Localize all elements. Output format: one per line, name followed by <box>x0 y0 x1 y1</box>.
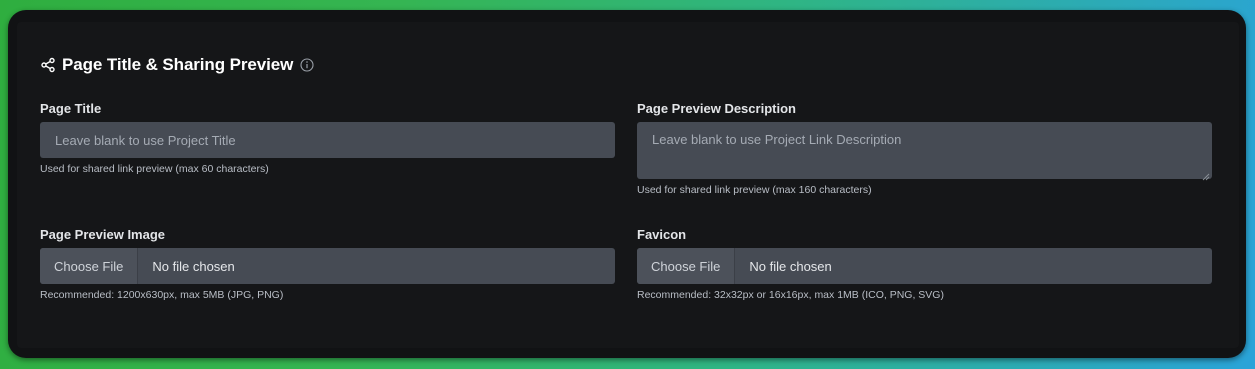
page-title-field: Page Title Leave blank to use Project Ti… <box>40 101 615 176</box>
preview-description-hint: Used for shared link preview (max 160 ch… <box>637 184 872 196</box>
preview-image-hint: Recommended: 1200x630px, max 5MB (JPG, P… <box>40 289 284 301</box>
info-icon[interactable] <box>300 58 314 72</box>
favicon-choose-button[interactable]: Choose File <box>637 248 736 284</box>
favicon-field: Favicon Choose File No file chosen Recom… <box>637 227 1212 302</box>
resize-handle-icon[interactable] <box>1202 169 1210 181</box>
preview-image-file-status: No file chosen <box>152 258 235 274</box>
page-title-label: Page Title <box>40 101 102 116</box>
preview-image-label: Page Preview Image <box>40 227 166 242</box>
app-window: Page Title & Sharing Preview Page Title … <box>8 10 1246 358</box>
page-title-input[interactable]: Leave blank to use Project Title <box>40 122 615 158</box>
favicon-file-status: No file chosen <box>749 258 832 274</box>
page-title-placeholder: Leave blank to use Project Title <box>55 132 236 148</box>
preview-description-placeholder: Leave blank to use Project Link Descript… <box>652 132 902 147</box>
preview-image-choose-button[interactable]: Choose File <box>40 248 139 284</box>
favicon-hint: Recommended: 32x32px or 16x16px, max 1MB… <box>637 289 944 301</box>
preview-image-file-input[interactable]: Choose File No file chosen <box>40 248 615 284</box>
section-title: Page Title & Sharing Preview <box>62 55 294 74</box>
favicon-label: Favicon <box>637 227 687 242</box>
preview-description-textarea[interactable]: Leave blank to use Project Link Descript… <box>637 122 1212 181</box>
section-header: Page Title & Sharing Preview <box>40 55 314 75</box>
share-icon <box>40 57 56 73</box>
page-title-hint: Used for shared link preview (max 60 cha… <box>40 163 269 175</box>
preview-image-field: Page Preview Image Choose File No file c… <box>40 227 615 302</box>
preview-description-field: Page Preview Description Leave blank to … <box>637 101 1212 197</box>
preview-description-label: Page Preview Description <box>637 101 796 116</box>
settings-panel: Page Title & Sharing Preview Page Title … <box>17 22 1239 348</box>
favicon-file-input[interactable]: Choose File No file chosen <box>637 248 1212 284</box>
